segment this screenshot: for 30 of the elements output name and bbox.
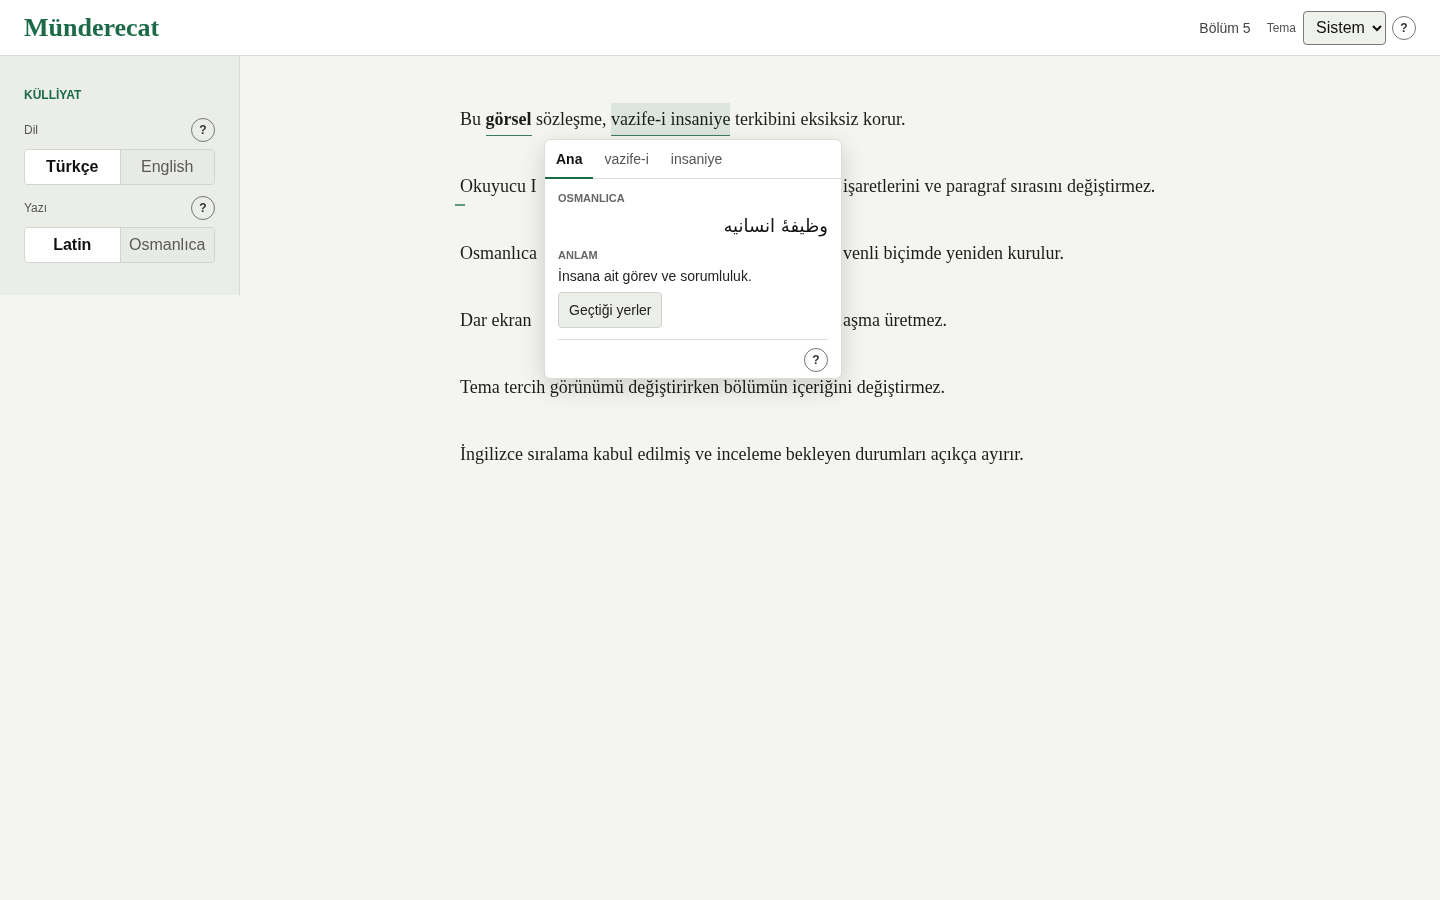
segment-option[interactable]: English [119,150,214,184]
paragraph-fragment: işaretlerini ve paragraf sırasını değiştirmez. [843,175,1157,198]
site-logo: Münderecat [24,12,160,43]
paragraph-fragment: Osmanlıca [460,242,538,265]
setting-label: Dil [24,123,38,137]
paragraph-fragment: aşma üretmez. [843,309,948,332]
sidebar-title: KÜLLİYAT [24,88,83,102]
paragraph: Tema tercih görünümü değiştirirken bölümün içeriğini değiştirmez. [460,376,947,399]
ottoman-script-text: وظیفهٔ انسانیه [722,214,828,239]
section-label: OSMANLICA [558,192,626,205]
occurrences-button[interactable]: Geçtiği yerler [558,292,663,328]
glossary-term[interactable]: vazife-i insaniye [611,103,731,136]
paragraph: İngilizce sıralama kabul edilmiş ve inceleme bekleyen durumları açıkça ayırır. [460,443,1025,466]
popover-tab[interactable]: Ana [545,140,594,179]
paragraph: Bu görsel sözleşme, vazife-i insaniye terkibini eksiksiz korur. [460,106,1260,133]
meaning-text: İnsana ait görev ve sorumluluk. [558,268,753,284]
paragraph-fragment: Dar ekran [460,309,533,332]
paragraph-fragment: Okuyucu I [460,175,538,198]
glossary-term[interactable]: görsel [485,103,532,136]
segment-option[interactable]: Osmanlıca [119,228,214,262]
segment-option[interactable]: Türkçe [25,150,120,184]
setting-label: Yazı [24,201,48,215]
theme-label: Tema [1266,20,1296,35]
segment-option[interactable]: Latin [25,228,120,262]
popover-tab[interactable]: insaniye [659,140,734,179]
paragraph-fragment: venli biçimde yeniden kurulur. [843,242,1065,265]
chapter-label: Bölüm 5 [1199,19,1251,36]
popover-tab[interactable]: vazife-i [593,140,660,179]
section-label: ANLAM [558,249,599,262]
theme-select[interactable]: Sistem [1303,10,1386,45]
